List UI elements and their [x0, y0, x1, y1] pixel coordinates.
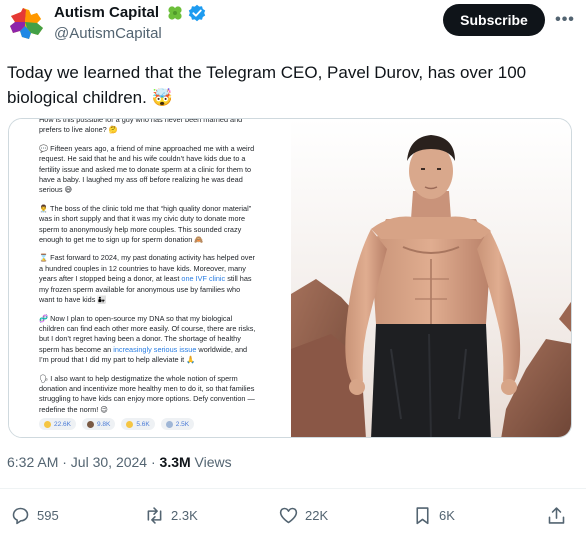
- reaction-stats: 22.6K 9.8K 5.6K 2.5K: [39, 418, 195, 434]
- reaction-stat: 5.6K: [121, 418, 155, 430]
- shirtless-man-photo[interactable]: [291, 119, 571, 437]
- screenshot-text: How is this possible for a guy who has n…: [39, 119, 257, 423]
- reaction-stat: 2.5K: [160, 418, 195, 430]
- repost-count: 2.3K: [171, 507, 198, 523]
- reply-button[interactable]: 595: [10, 502, 59, 528]
- share-icon: [548, 506, 565, 524]
- bookmark-button[interactable]: 6K: [412, 502, 455, 528]
- repost-button[interactable]: 2.3K: [144, 502, 198, 528]
- more-options-icon[interactable]: •••: [553, 8, 577, 32]
- tweet-text: Today we learned that the Telegram CEO, …: [7, 63, 527, 107]
- reply-icon: [12, 507, 29, 524]
- screenshot-paragraph: 🗣 I also want to help destigmatize the w…: [39, 373, 255, 414]
- reaction-count: 2.5K: [175, 420, 190, 428]
- share-button[interactable]: [546, 502, 567, 528]
- emoji-icon: [87, 420, 94, 428]
- bookmark-count: 6K: [439, 507, 455, 523]
- screenshot-paragraph: ⌛ Fast forward to 2024, my past donating…: [39, 253, 257, 305]
- tweet-timestamp[interactable]: 6:32 AM · Jul 30, 2024 ·: [7, 454, 160, 470]
- photo-illustration: [291, 119, 571, 437]
- embedded-post-screenshot[interactable]: How is this possible for a guy who has n…: [9, 119, 291, 437]
- reaction-stat: 22.6K: [39, 418, 76, 430]
- like-count: 22K: [305, 507, 329, 523]
- reply-count: 595: [37, 507, 59, 523]
- reaction-stat: 9.8K: [82, 418, 116, 430]
- heart-icon: [279, 507, 298, 523]
- views-count: 3.3M: [159, 454, 191, 470]
- author-handle[interactable]: @AutismCapital: [54, 25, 162, 42]
- bookmark-icon: [416, 506, 429, 524]
- screenshot-paragraph: How is this possible for a guy who has n…: [39, 119, 243, 135]
- author-name[interactable]: Autism Capital: [54, 4, 159, 21]
- screenshot-paragraph: 👨‍⚕️ The boss of the clinic told me that…: [39, 203, 252, 245]
- screenshot-paragraph: 🧬 Now I plan to open-source my DNA so th…: [39, 314, 257, 366]
- reaction-count: 5.6K: [136, 420, 150, 428]
- emoji-icon: [44, 420, 51, 428]
- divider: [0, 488, 586, 489]
- views-label: Views: [190, 454, 232, 470]
- subscribe-button[interactable]: Subscribe: [443, 4, 545, 36]
- reaction-count: 9.8K: [97, 420, 111, 428]
- tweet-meta: 6:32 AM · Jul 30, 2024 · 3.3M Views: [7, 454, 232, 470]
- repost-icon: [147, 506, 162, 524]
- clover-badge-icon: [168, 6, 182, 20]
- screenshot-paragraph: 💬 Fifteen years ago, a friend of mine ap…: [39, 143, 255, 195]
- reaction-count: 22.6K: [54, 420, 71, 428]
- verified-badge-icon: [188, 4, 206, 22]
- tweet-media[interactable]: How is this possible for a guy who has n…: [8, 118, 572, 438]
- serious-issue-link: increasingly serious issue: [113, 344, 197, 354]
- ivf-clinic-link: one IVF clinic: [181, 274, 226, 284]
- emoji-icon: [165, 420, 173, 428]
- like-button[interactable]: 22K: [278, 502, 328, 528]
- tweet-actions: 595 2.3K 22K 6K: [0, 500, 586, 530]
- tweet-header: Autism Capital @AutismCapital Subscribe …: [0, 0, 586, 50]
- puzzle-avatar-icon[interactable]: [7, 6, 47, 44]
- emoji-icon: [126, 420, 134, 428]
